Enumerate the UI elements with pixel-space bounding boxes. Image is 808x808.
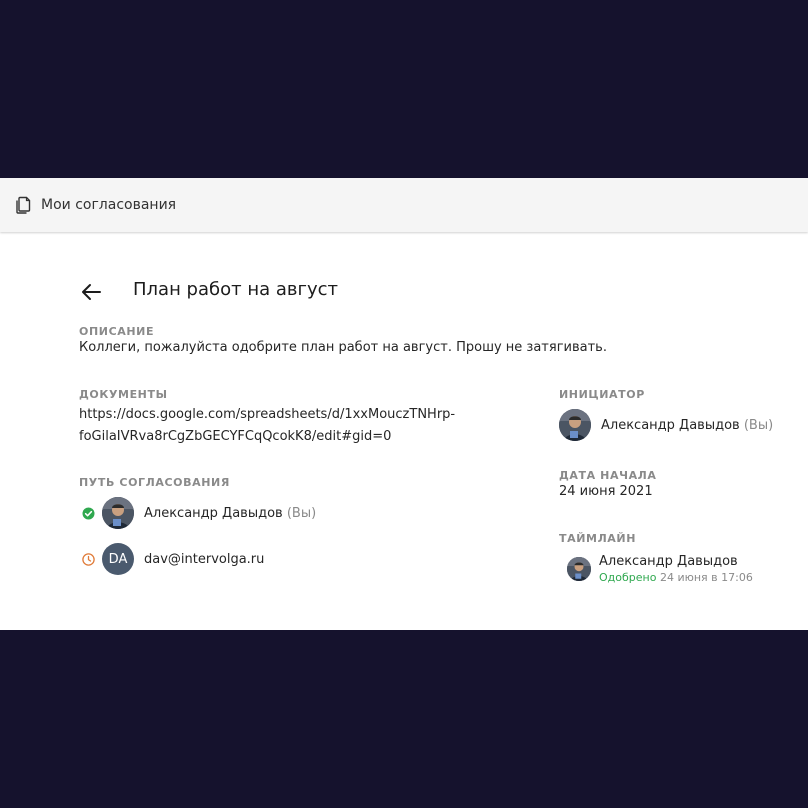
- documents-section: ДОКУМЕНТЫ https://docs.google.com/spread…: [79, 388, 455, 448]
- timeline-entry-time: 24 июня в 17:06: [659, 571, 753, 584]
- avatar: [559, 409, 591, 441]
- timeline-entry-status: Одобрено: [599, 571, 657, 584]
- timeline-entry-name: Александр Давыдов: [599, 554, 738, 569]
- start-date-value: 24 июня 2021: [559, 484, 653, 499]
- back-button[interactable]: [78, 280, 104, 304]
- timeline-entry-meta: Одобрено 24 июня в 17:06: [599, 571, 753, 584]
- route-section: ПУТЬ СОГЛАСОВАНИЯ Александр Давыдов (Вы)…: [79, 476, 316, 575]
- initiator-section: ИНИЦИАТОР Александр Давыдов (Вы): [559, 388, 773, 441]
- initiator-label: ИНИЦИАТОР: [559, 388, 645, 401]
- approval-panel: Мои согласования План работ на август ОП…: [0, 178, 808, 630]
- top-bar: Мои согласования: [0, 178, 808, 232]
- route-label: ПУТЬ СОГЛАСОВАНИЯ: [79, 476, 230, 489]
- route-step-name: Александр Давыдов (Вы): [144, 505, 317, 521]
- initiator-row: Александр Давыдов (Вы): [559, 409, 773, 441]
- description-label: ОПИСАНИЕ: [79, 325, 155, 338]
- route-step: Александр Давыдов (Вы): [79, 497, 316, 529]
- documents-label: ДОКУМЕНТЫ: [79, 388, 168, 401]
- avatar: [567, 557, 591, 581]
- timeline-section: ТАЙМЛАЙН Александр Давыдов Одобрено 24 и…: [559, 532, 753, 584]
- route-step: DA dav@intervolga.ru: [79, 543, 316, 575]
- description-section: ОПИСАНИЕ Коллеги, пожалуйста одобрите пл…: [79, 325, 607, 355]
- arrow-left-icon: [82, 284, 101, 300]
- document-icon: [15, 196, 31, 214]
- start-date-section: ДАТА НАЧАЛА 24 июня 2021: [559, 469, 657, 499]
- page-title: План работ на август: [133, 279, 338, 300]
- timeline-entry: Александр Давыдов Одобрено 24 июня в 17:…: [567, 554, 753, 584]
- timeline-entry-body: Александр Давыдов Одобрено 24 июня в 17:…: [599, 554, 753, 584]
- document-link-line2[interactable]: foGilaIVRva8rCgZbGECYFCqQcokK8/edit#gid=…: [79, 426, 455, 448]
- route-step-name: dav@intervolga.ru: [144, 551, 265, 567]
- topbar-title[interactable]: Мои согласования: [41, 197, 176, 213]
- avatar: [102, 497, 134, 529]
- start-date-label: ДАТА НАЧАЛА: [559, 469, 657, 482]
- description-text: Коллеги, пожалуйста одобрите план работ …: [79, 340, 607, 355]
- initiator-name: Александр Давыдов (Вы): [601, 417, 774, 433]
- avatar: DA: [102, 543, 134, 575]
- document-link-line1[interactable]: https://docs.google.com/spreadsheets/d/1…: [79, 404, 455, 426]
- clock-icon: [82, 552, 96, 566]
- timeline-label: ТАЙМЛАЙН: [559, 532, 637, 545]
- document-link[interactable]: https://docs.google.com/spreadsheets/d/1…: [79, 404, 455, 448]
- check-circle-icon: [82, 507, 96, 520]
